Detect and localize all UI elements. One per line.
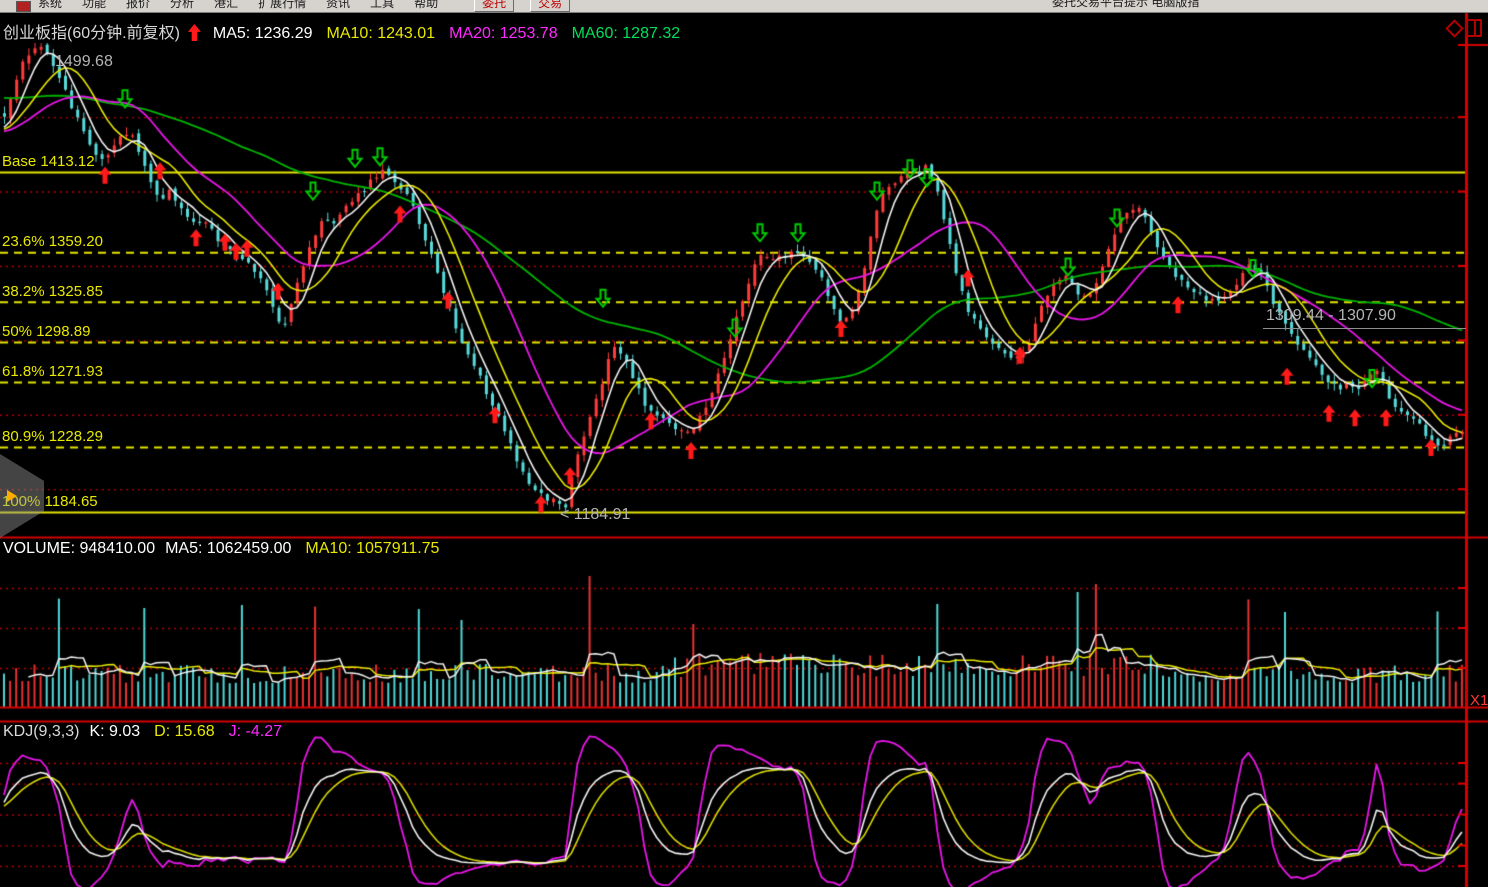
menu-button[interactable]: 交易 bbox=[530, 0, 570, 12]
kdj-j-label: J: -4.27 bbox=[229, 723, 282, 740]
menu-button[interactable]: 委托 bbox=[474, 0, 514, 12]
main-chart-header: 创业板指(60分钟.前复权) MA5: 1236.29 MA10: 1243.01 M… bbox=[3, 19, 680, 43]
stock-chart-canvas[interactable] bbox=[0, 0, 1488, 887]
fib-level-label: 38.2% 1325.85 bbox=[2, 283, 103, 300]
menu-item[interactable]: 分析 bbox=[170, 0, 194, 11]
menu-item[interactable]: 港汇 bbox=[214, 0, 238, 11]
peak-price-label: 1499.68 bbox=[55, 53, 113, 71]
volume-header: VOLUME: 948410.00 MA5: 1062459.00 MA10: 10… bbox=[3, 540, 439, 558]
menu-item[interactable]: 功能 bbox=[82, 0, 106, 11]
fib-level-label: 80.9% 1228.29 bbox=[2, 428, 103, 445]
menu-item[interactable]: 报价 bbox=[126, 0, 150, 11]
zoom-scale-label: X1 bbox=[1470, 692, 1488, 709]
buy-signal-arrow-icon bbox=[188, 24, 201, 41]
trough-price-label: < 1184.91 bbox=[560, 506, 630, 524]
range-underline bbox=[1263, 328, 1466, 329]
app-window: 系统 功能 报价 分析 港汇 扩展行情 资讯 工具 帮助 委托 交易 委托交易平台提示 电脑版指 创… bbox=[0, 0, 1488, 887]
kdj-k-label: K: 9.03 bbox=[89, 723, 140, 740]
menu-bar: 系统 功能 报价 分析 港汇 扩展行情 资讯 工具 帮助 委托 交易 委托交易平台提示 电脑版指 bbox=[0, 0, 1488, 13]
expand-triangle-icon bbox=[7, 490, 17, 502]
ma5-label: MA5: 1236.29 bbox=[213, 25, 313, 42]
range-price-label: 1309.44 - 1307.90 bbox=[1266, 307, 1396, 325]
fib-level-label: 61.8% 1271.93 bbox=[2, 363, 103, 380]
app-logo-icon[interactable] bbox=[16, 1, 31, 12]
ma10-label: MA10: 1243.01 bbox=[327, 25, 436, 42]
menu-item[interactable]: 帮助 bbox=[414, 0, 438, 11]
menu-item[interactable]: 扩展行情 bbox=[258, 0, 306, 11]
window-restore-icon[interactable] bbox=[1465, 19, 1482, 37]
fib-level-label: Base 1413.12 bbox=[2, 153, 95, 170]
fib-level-label: 50% 1298.89 bbox=[2, 323, 90, 340]
menu-items: 系统 功能 报价 分析 港汇 扩展行情 资讯 工具 帮助 委托 交易 bbox=[38, 0, 570, 12]
ma20-label: MA20: 1253.78 bbox=[449, 25, 558, 42]
kdj-d-label: D: 15.68 bbox=[154, 723, 214, 740]
volume-ma10-label: MA10: 1057911.75 bbox=[305, 540, 439, 557]
menu-item[interactable]: 工具 bbox=[370, 0, 394, 11]
fib-level-label: 23.6% 1359.20 bbox=[2, 233, 103, 250]
chart-title: 创业板指(60分钟.前复权) bbox=[3, 25, 180, 42]
volume-ma5-label: MA5: 1062459.00 bbox=[165, 540, 291, 557]
kdj-name-label: KDJ(9,3,3) bbox=[3, 723, 79, 740]
menu-item[interactable]: 资讯 bbox=[326, 0, 350, 11]
kdj-header: KDJ(9,3,3) K: 9.03 D: 15.68 J: -4.27 bbox=[3, 723, 282, 741]
menu-right-text: 委托交易平台提示 电脑版指 bbox=[1052, 0, 1199, 10]
menu-item[interactable]: 系统 bbox=[38, 0, 62, 11]
volume-value-label: VOLUME: 948410.00 bbox=[3, 540, 155, 557]
ma60-label: MA60: 1287.32 bbox=[572, 25, 681, 42]
